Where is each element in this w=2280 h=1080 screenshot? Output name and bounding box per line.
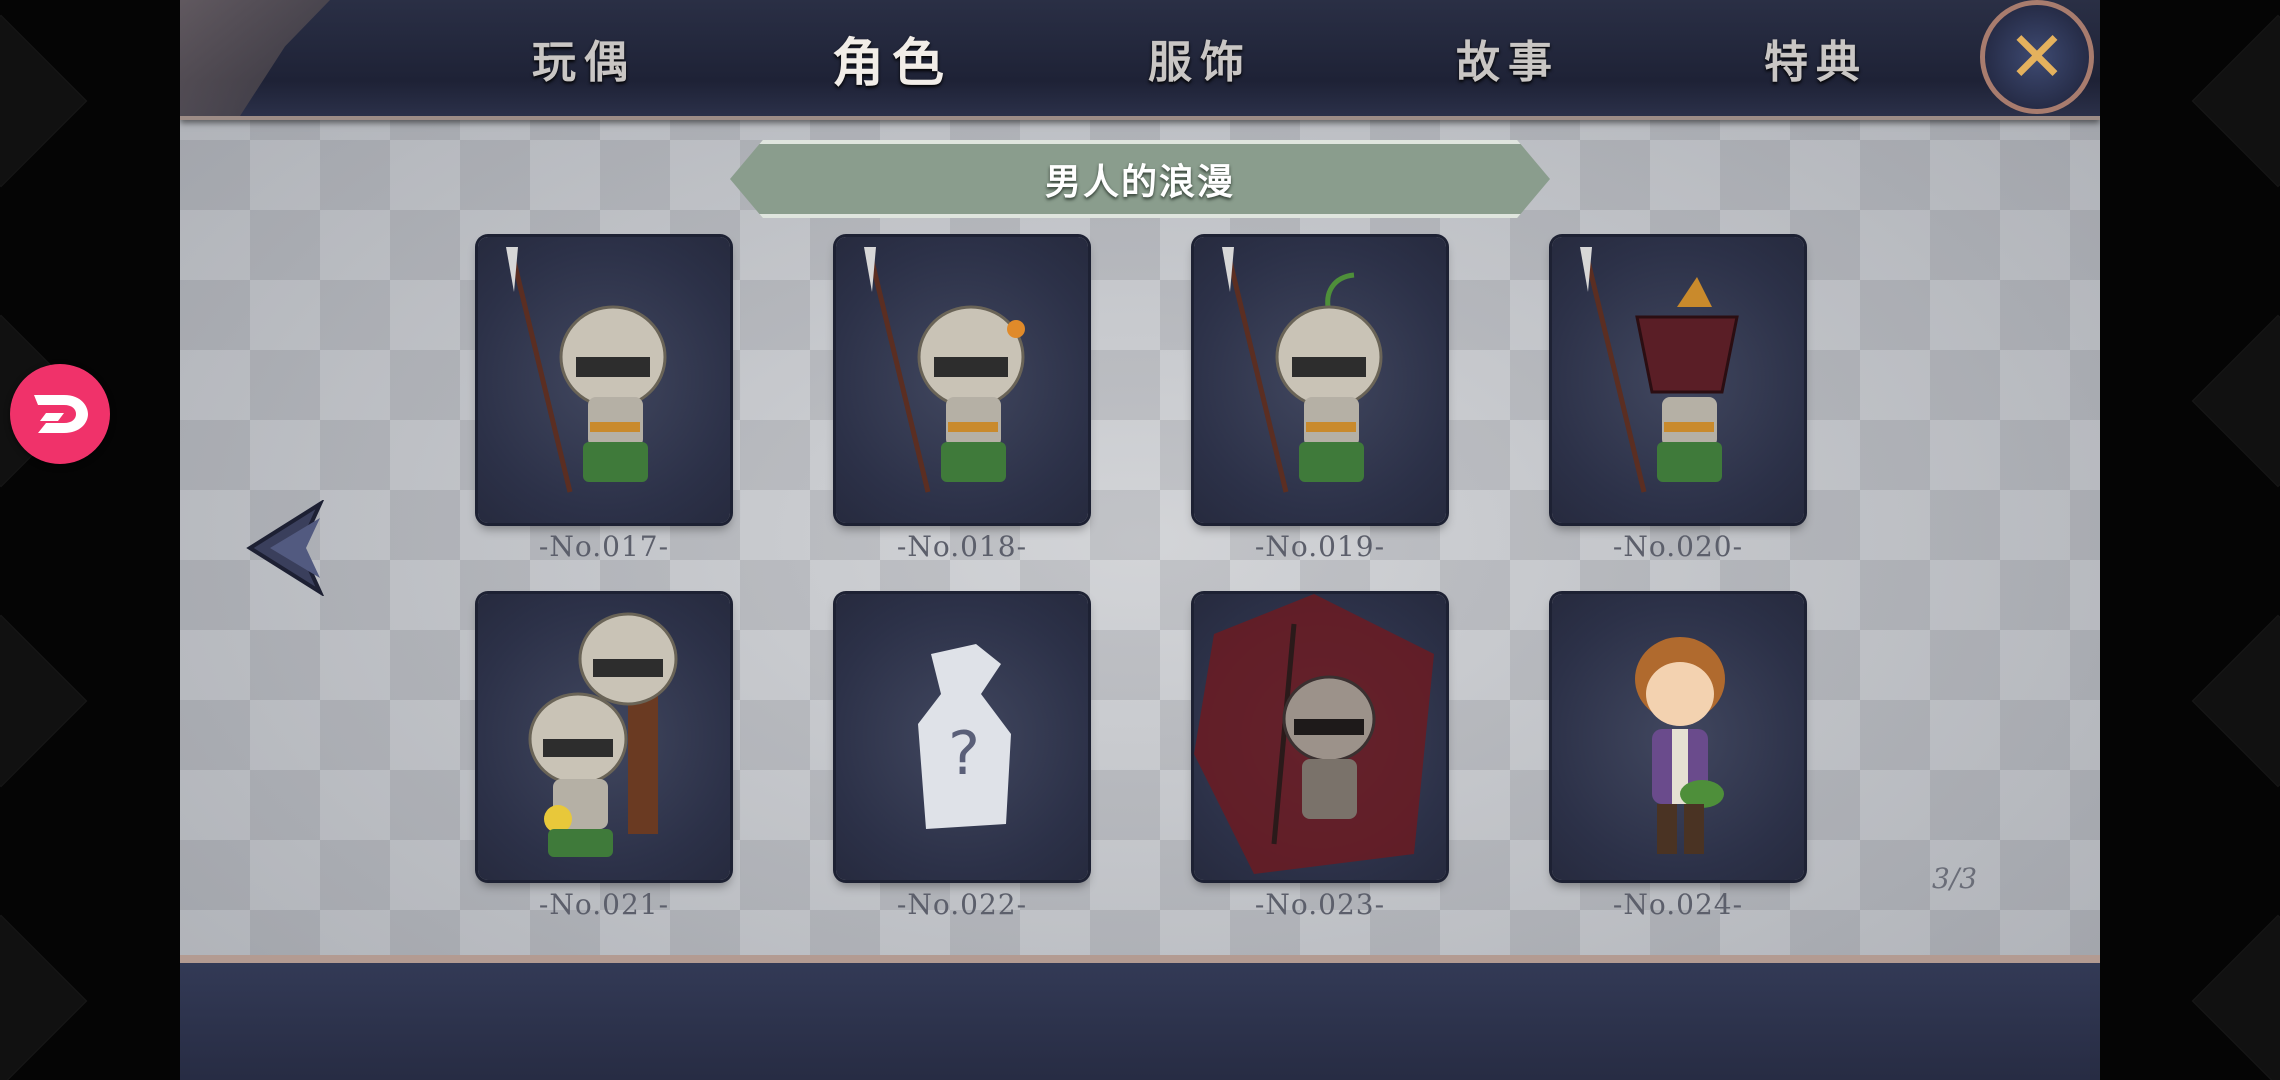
bottom-bar — [180, 955, 2100, 1080]
spear-knight-flower-icon — [864, 247, 1025, 493]
section-title: 男人的浪漫 — [1044, 162, 1235, 203]
left-frame — [0, 0, 180, 1080]
card-label-023: -No.023- — [1254, 888, 1386, 921]
corner-ornament — [180, 0, 330, 116]
brown-hair-boy-icon — [1635, 637, 1725, 854]
tab-list: 玩偶 角色 服饰 故事 特典 — [430, 0, 1970, 116]
section-title-banner: 男人的浪漫 — [730, 140, 1550, 218]
twin-knights-icon — [528, 612, 678, 857]
spear-knight-icon — [506, 247, 667, 493]
character-card-021[interactable] — [478, 594, 730, 880]
spear-knight-sprout-icon — [1222, 247, 1383, 493]
tab-dolls[interactable]: 玩偶 — [430, 0, 738, 116]
page-indicator: 3/3 — [1932, 862, 1978, 895]
card-label-019: -No.019- — [1254, 530, 1386, 563]
character-card-019[interactable] — [1194, 237, 1446, 523]
character-card-022[interactable]: ? — [836, 594, 1088, 880]
right-frame — [2097, 0, 2280, 1080]
d-logo-icon — [34, 395, 88, 433]
question-silhouette-icon: ? — [918, 644, 1011, 829]
card-label-017: -No.017- — [538, 530, 670, 563]
dark-knight-icon — [1194, 594, 1434, 874]
card-label-018: -No.018- — [896, 530, 1028, 563]
character-card-017[interactable] — [478, 237, 730, 523]
card-label-024: -No.024- — [1612, 888, 1744, 921]
close-button[interactable]: ✕ — [1980, 0, 2094, 114]
svg-text:?: ? — [948, 719, 980, 789]
card-label-021: -No.021- — [538, 888, 670, 921]
card-label-020: -No.020- — [1612, 530, 1744, 563]
character-card-023[interactable] — [1194, 594, 1446, 880]
tab-costumes[interactable]: 服饰 — [1046, 0, 1354, 116]
character-card-018[interactable] — [836, 237, 1088, 523]
floating-app-button[interactable] — [10, 364, 110, 464]
previous-page-arrow-icon[interactable] — [240, 500, 330, 596]
tab-extras[interactable]: 特典 — [1662, 0, 1970, 116]
spear-knight-pot-icon — [1580, 247, 1739, 493]
tab-stories[interactable]: 故事 — [1354, 0, 1662, 116]
card-label-022: -No.022- — [896, 888, 1028, 921]
top-tab-bar: 玩偶 角色 服饰 故事 特典 ✕ — [180, 0, 2100, 120]
tab-characters[interactable]: 角色 — [738, 0, 1046, 116]
character-card-024[interactable] — [1552, 594, 1804, 880]
character-card-020[interactable] — [1552, 237, 1804, 523]
close-icon: ✕ — [2007, 16, 2067, 98]
gallery-panel: 玩偶 角色 服饰 故事 特典 ✕ 男人的浪漫 -No.017- -No.018-… — [180, 0, 2100, 1080]
